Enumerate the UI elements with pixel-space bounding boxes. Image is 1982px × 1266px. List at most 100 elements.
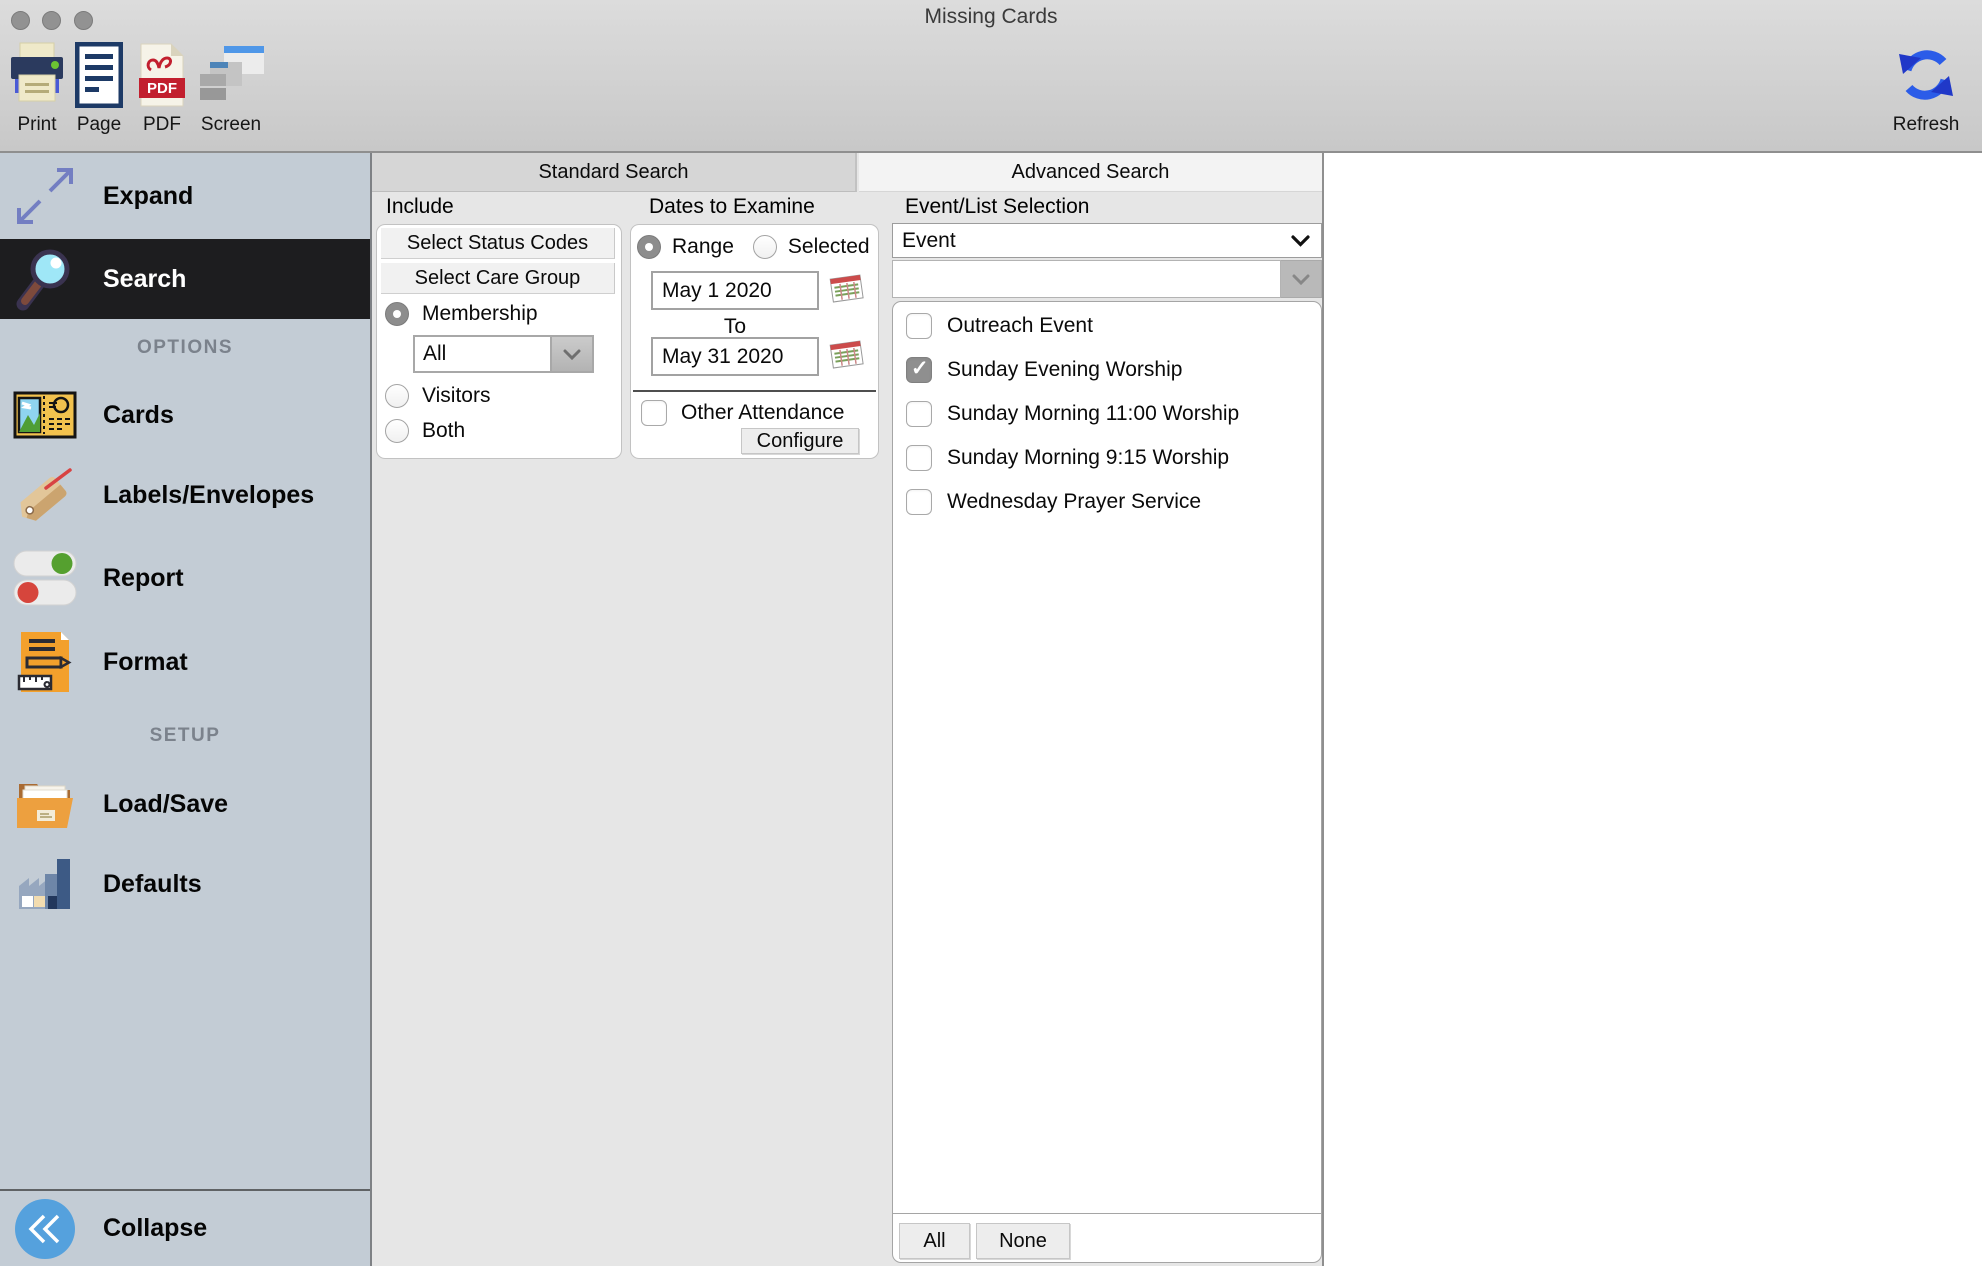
tab-label: Advanced Search — [1012, 161, 1170, 184]
sidebar-item-label: Search — [103, 265, 186, 294]
event-label: Wednesday Prayer Service — [947, 490, 1201, 514]
event-checkbox[interactable] — [906, 401, 932, 427]
button-label: Select Care Group — [415, 267, 581, 290]
page-setup-button[interactable]: Page — [70, 38, 128, 136]
event-type-dropdown[interactable]: Event — [892, 223, 1322, 258]
event-filter-combobox[interactable] — [892, 260, 1322, 298]
sidebar-spacer — [0, 928, 370, 1189]
sidebar-item-defaults[interactable]: Defaults — [0, 840, 370, 928]
sidebar-item-report[interactable]: Report — [0, 536, 370, 620]
chevron-down-icon — [1281, 260, 1322, 298]
page-setup-icon — [70, 38, 128, 112]
date-to-input[interactable]: May 31 2020 — [651, 337, 819, 376]
sidebar-section-setup: SETUP — [0, 704, 370, 768]
calendar-icon[interactable] — [829, 340, 865, 374]
dates-panel: Range Selected May 1 2020 To May 31 2020 — [630, 224, 879, 459]
event-checkbox[interactable] — [906, 445, 932, 471]
sidebar-item-search[interactable]: Search — [0, 239, 370, 319]
event-list-panel: Outreach Event Sunday Evening Worship Su… — [892, 301, 1322, 1263]
sidebar-item-label: Labels/Envelopes — [103, 481, 314, 510]
membership-type-select[interactable]: All — [413, 335, 594, 373]
both-radio[interactable] — [385, 419, 409, 443]
button-label: None — [999, 1230, 1047, 1253]
select-status-codes-button[interactable]: Select Status Codes — [381, 228, 615, 259]
configure-button[interactable]: Configure — [741, 428, 859, 454]
results-pane — [1322, 153, 1982, 1266]
button-label: Configure — [757, 430, 844, 453]
window-title: Missing Cards — [0, 5, 1982, 29]
event-list-item[interactable]: Sunday Evening Worship — [906, 348, 1317, 392]
tab-advanced-search[interactable]: Advanced Search — [859, 153, 1322, 192]
date-from-value: May 1 2020 — [662, 279, 772, 303]
event-checkbox-list: Outreach Event Sunday Evening Worship Su… — [893, 302, 1321, 1214]
search-icon — [13, 247, 77, 311]
event-list-item[interactable]: Outreach Event — [906, 304, 1317, 348]
tab-standard-search[interactable]: Standard Search — [372, 153, 857, 192]
event-label: Sunday Morning 9:15 Worship — [947, 446, 1229, 470]
event-list-item[interactable]: Wednesday Prayer Service — [906, 480, 1317, 524]
button-label: Select Status Codes — [407, 232, 588, 255]
sidebar-item-label: Report — [103, 564, 184, 593]
event-checkbox[interactable] — [906, 489, 932, 515]
page-label: Page — [70, 114, 128, 136]
sidebar-item-load-save[interactable]: Load/Save — [0, 768, 370, 840]
event-label: Sunday Evening Worship — [947, 358, 1182, 382]
date-from-input[interactable]: May 1 2020 — [651, 271, 819, 310]
print-label: Print — [8, 114, 66, 136]
screen-label: Screen — [194, 114, 268, 136]
select-care-group-button[interactable]: Select Care Group — [381, 263, 615, 294]
print-button[interactable]: Print — [8, 38, 66, 136]
sidebar-item-label: Format — [103, 648, 188, 677]
svg-text:PDF: PDF — [147, 80, 177, 97]
event-list-item[interactable]: Sunday Morning 9:15 Worship — [906, 436, 1317, 480]
selected-radio[interactable] — [753, 235, 777, 259]
format-icon — [13, 630, 77, 694]
pdf-icon: PDF — [132, 38, 192, 112]
refresh-label: Refresh — [1878, 114, 1974, 136]
event-list-item[interactable]: Sunday Morning 11:00 Worship — [906, 392, 1317, 436]
sidebar-item-format[interactable]: Format — [0, 620, 370, 704]
label-tag-icon — [13, 463, 77, 527]
visitors-label: Visitors — [422, 384, 490, 408]
screen-button[interactable]: Screen — [194, 38, 268, 136]
button-label: All — [923, 1230, 945, 1253]
sidebar-item-collapse[interactable]: Collapse — [0, 1189, 370, 1266]
event-checkbox[interactable] — [906, 313, 932, 339]
chevron-down-icon — [1291, 229, 1310, 253]
divider — [633, 390, 876, 392]
refresh-icon — [1878, 38, 1974, 112]
calendar-icon[interactable] — [829, 274, 865, 308]
sidebar-item-label: Defaults — [103, 870, 202, 899]
sidebar-item-label: Collapse — [103, 1214, 207, 1243]
cards-icon — [13, 383, 77, 447]
refresh-button[interactable]: Refresh — [1878, 38, 1974, 136]
range-label: Range — [672, 235, 734, 259]
other-attendance-label: Other Attendance — [681, 401, 844, 425]
event-list-selection-header: Event/List Selection — [905, 195, 1089, 219]
collapse-icon — [13, 1197, 77, 1261]
selected-label: Selected — [788, 235, 870, 259]
chevron-down-icon — [550, 337, 592, 371]
sidebar-item-labels-envelopes[interactable]: Labels/Envelopes — [0, 454, 370, 536]
sidebar-item-expand[interactable]: Expand — [0, 153, 370, 239]
select-all-button[interactable]: All — [899, 1223, 970, 1259]
membership-radio[interactable] — [385, 302, 409, 326]
event-checkbox[interactable] — [906, 357, 932, 383]
sidebar-item-label: Expand — [103, 182, 193, 211]
event-label: Outreach Event — [947, 314, 1093, 338]
both-label: Both — [422, 419, 465, 443]
pdf-button[interactable]: PDF PDF — [132, 38, 192, 136]
sidebar-item-cards[interactable]: Cards — [0, 376, 370, 454]
membership-label: Membership — [422, 302, 538, 326]
visitors-radio[interactable] — [385, 384, 409, 408]
other-attendance-checkbox[interactable] — [641, 400, 667, 426]
select-none-button[interactable]: None — [976, 1223, 1070, 1259]
sidebar-item-label: Cards — [103, 401, 174, 430]
event-type-value: Event — [893, 229, 1291, 253]
event-filter-value — [892, 260, 1281, 298]
to-label: To — [651, 315, 819, 339]
sidebar: Expand Search OPTIONS — [0, 153, 372, 1266]
include-panel: Select Status Codes Select Care Group Me… — [376, 224, 622, 459]
printer-icon — [8, 38, 66, 112]
range-radio[interactable] — [637, 235, 661, 259]
